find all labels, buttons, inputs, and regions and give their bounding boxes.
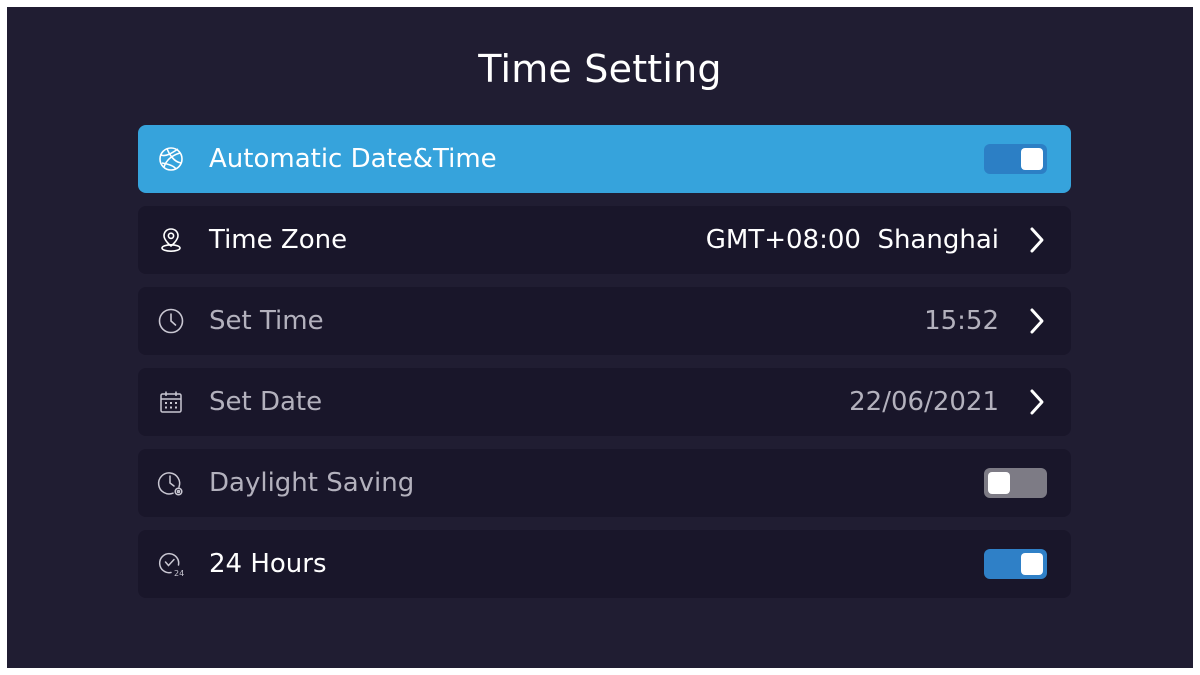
time-zone-value: GMT+08:00 Shanghai	[705, 225, 999, 255]
clock-icon	[156, 306, 186, 336]
set-time-label: Set Time	[209, 306, 324, 336]
globe-icon	[156, 144, 186, 174]
time-setting-screen: Time Setting Automatic Date&Time Time Zo…	[7, 7, 1193, 668]
24-hours-label: 24 Hours	[209, 549, 327, 579]
time-zone-label: Time Zone	[209, 225, 348, 255]
automatic-date-time-label: Automatic Date&Time	[209, 144, 497, 174]
set-date-row[interactable]: Set Date 22/06/2021	[138, 368, 1071, 436]
daylight-clock-icon	[156, 468, 186, 498]
chevron-right-icon	[1027, 388, 1047, 416]
set-time-value: 15:52	[924, 306, 999, 336]
svg-text:24: 24	[174, 569, 184, 578]
settings-list: Automatic Date&Time Time Zone GMT+08:00 …	[138, 125, 1071, 611]
toggle-knob	[1021, 148, 1043, 170]
automatic-date-time-toggle[interactable]	[984, 144, 1047, 174]
daylight-saving-label: Daylight Saving	[209, 468, 415, 498]
chevron-right-icon	[1027, 307, 1047, 335]
set-time-row[interactable]: Set Time 15:52	[138, 287, 1071, 355]
clock-24-icon: 24	[156, 549, 186, 579]
automatic-date-time-row[interactable]: Automatic Date&Time	[138, 125, 1071, 193]
daylight-saving-toggle[interactable]	[984, 468, 1047, 498]
toggle-knob	[988, 472, 1010, 494]
set-date-label: Set Date	[209, 387, 323, 417]
page-title: Time Setting	[478, 47, 722, 91]
calendar-icon	[156, 387, 186, 417]
toggle-knob	[1021, 553, 1043, 575]
time-zone-row[interactable]: Time Zone GMT+08:00 Shanghai	[138, 206, 1071, 274]
24-hours-toggle[interactable]	[984, 549, 1047, 579]
set-date-value: 22/06/2021	[849, 387, 999, 417]
daylight-saving-row[interactable]: Daylight Saving	[138, 449, 1071, 517]
location-pin-icon	[156, 225, 186, 255]
chevron-right-icon	[1027, 226, 1047, 254]
24-hours-row[interactable]: 24 24 Hours	[138, 530, 1071, 598]
